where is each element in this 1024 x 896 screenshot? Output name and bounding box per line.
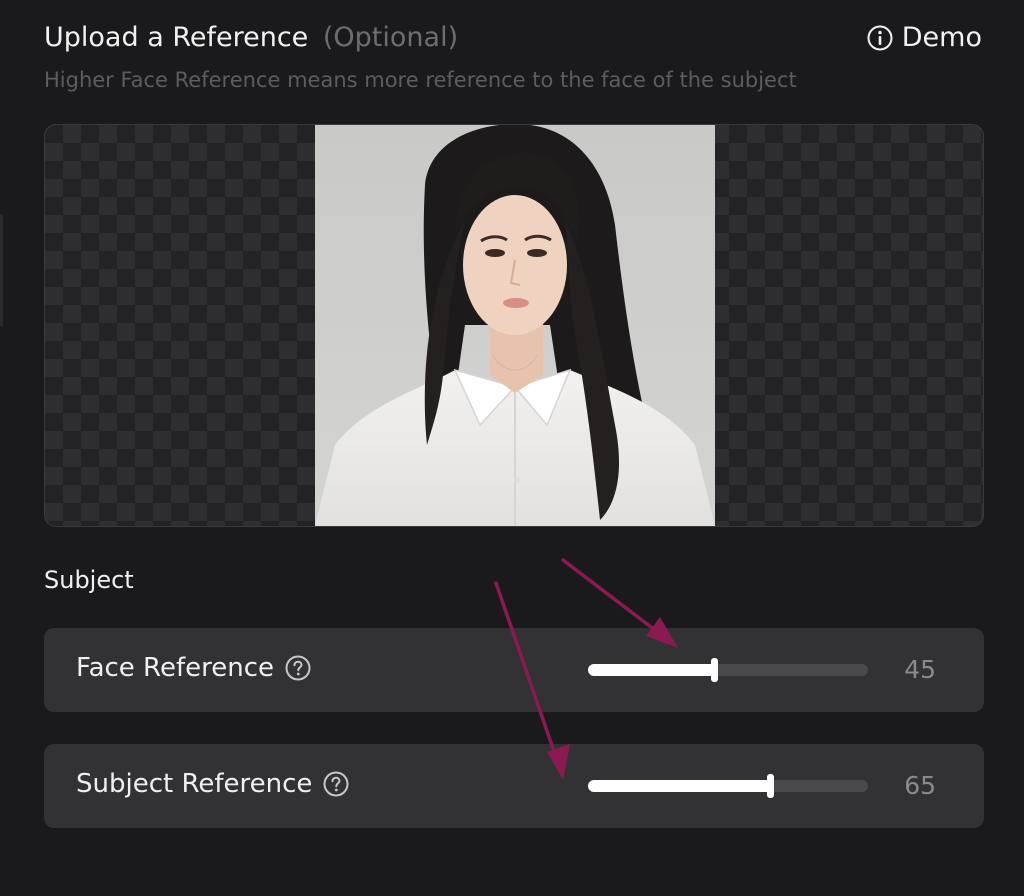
reference-photo <box>315 125 715 526</box>
subject-reference-label: Subject Reference <box>76 769 349 799</box>
question-circle-icon[interactable] <box>285 655 311 681</box>
subject-reference-thumb[interactable] <box>767 774 774 798</box>
face-reference-card: Face Reference 45 <box>44 628 984 712</box>
title-row: Upload a Reference (Optional) Demo <box>44 20 982 60</box>
subject-reference-text: Subject Reference <box>76 769 313 799</box>
demo-label: Demo <box>901 22 982 53</box>
optional-tag: (Optional) <box>322 22 459 53</box>
face-reference-value: 45 <box>904 655 936 684</box>
question-circle-icon[interactable] <box>323 771 349 797</box>
panel-title: Upload a Reference (Optional) <box>44 22 458 53</box>
title-text: Upload a Reference <box>44 22 309 53</box>
reference-upload-area[interactable] <box>44 124 984 527</box>
face-reference-fill <box>588 664 714 676</box>
subject-reference-fill <box>588 780 770 792</box>
info-circle-icon <box>867 25 893 50</box>
scroll-edge <box>0 214 3 326</box>
face-reference-thumb[interactable] <box>711 658 718 682</box>
demo-button[interactable]: Demo <box>867 22 982 53</box>
face-reference-slider[interactable] <box>588 658 868 682</box>
face-reference-text: Face Reference <box>76 653 274 683</box>
reference-panel: Upload a Reference (Optional) Demo Highe… <box>0 0 1024 896</box>
panel-subtitle: Higher Face Reference means more referen… <box>44 68 797 92</box>
subject-reference-card: Subject Reference 65 <box>44 744 984 828</box>
subject-reference-value: 65 <box>904 771 936 800</box>
subject-section-label: Subject <box>44 566 134 594</box>
face-reference-label: Face Reference <box>76 653 311 683</box>
subject-reference-slider[interactable] <box>588 774 868 798</box>
